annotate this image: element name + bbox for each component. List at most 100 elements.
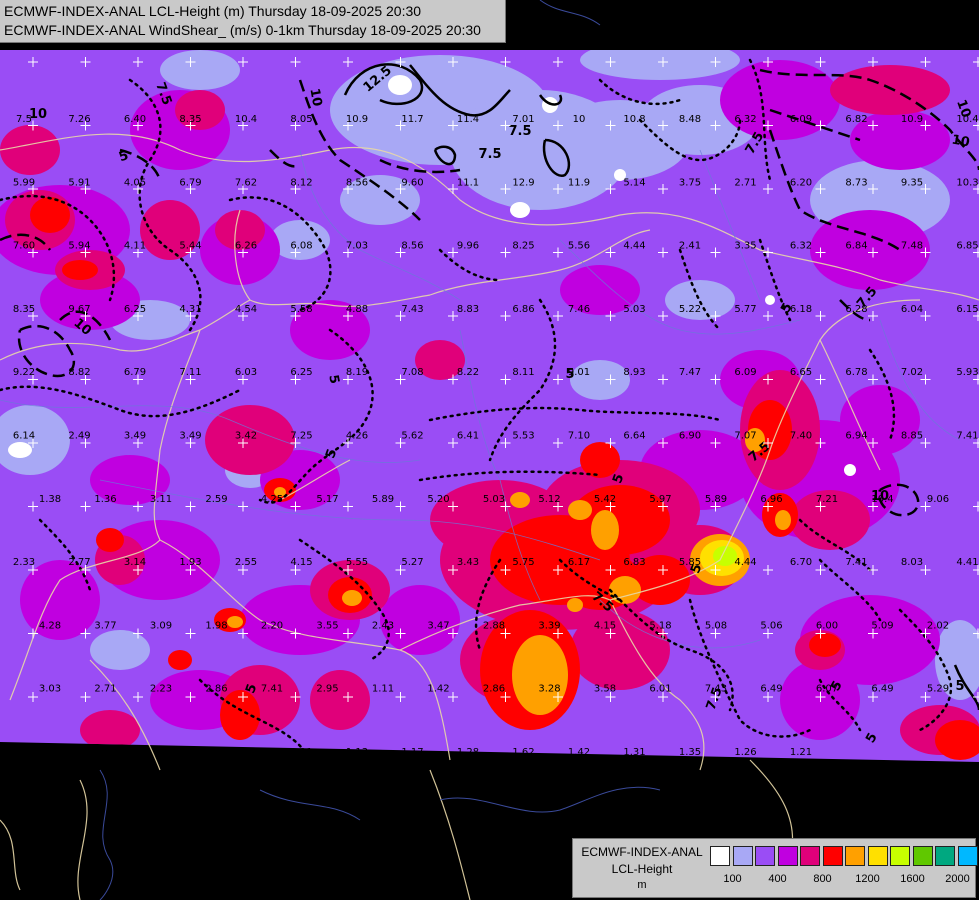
legend-model-name: ECMWF-INDEX-ANAL — [581, 845, 703, 859]
grid-value: 3.14 — [124, 557, 146, 568]
legend-swatch — [935, 846, 955, 866]
grid-value: 7.43 — [401, 304, 423, 315]
grid-value: 4.25 — [261, 494, 283, 505]
grid-value: 7.41 — [845, 557, 867, 568]
legend-swatch — [890, 846, 910, 866]
grid-value: 5.89 — [705, 494, 727, 505]
map-title-box: ECMWF-INDEX-ANAL LCL-Height (m) Thursday… — [0, 0, 506, 43]
grid-value: 7.43 — [705, 684, 727, 695]
field-patch — [809, 633, 841, 657]
weather-map: 12.5107.57.5107.55 7.510107.5555 7.557.555… — [0, 0, 979, 900]
grid-value: 8.35 — [179, 114, 201, 125]
grid-value: 1.26 — [734, 747, 756, 758]
grid-value: 2.17 — [13, 747, 35, 758]
grid-value: 8.73 — [845, 177, 867, 188]
legend-swatch — [710, 846, 730, 866]
grid-value: 7.11 — [179, 367, 201, 378]
grid-value: 6.40 — [124, 114, 146, 125]
grid-value: 2.86 — [205, 684, 227, 695]
grid-value: 6.25 — [290, 367, 312, 378]
grid-value: 4.88 — [346, 304, 368, 315]
legend-tick-label: 800 — [813, 873, 832, 885]
grid-value: 2.23 — [150, 684, 172, 695]
grid-value: 6.09 — [790, 114, 812, 125]
grid-value: 6.14 — [13, 431, 35, 442]
field-patch — [310, 670, 370, 730]
grid-value: 2.59 — [205, 494, 227, 505]
field-patch — [8, 442, 32, 458]
grid-value: 6.41 — [457, 431, 479, 442]
grid-value: 1.62 — [512, 747, 534, 758]
grid-value: 3.39 — [538, 620, 560, 631]
grid-value: 5.06 — [760, 620, 782, 631]
grid-value: 9.01 — [568, 367, 590, 378]
grid-value: 2.77 — [68, 557, 90, 568]
grid-value: 7.41 — [261, 684, 283, 695]
grid-value: 5.14 — [623, 177, 645, 188]
grid-value: 6.25 — [124, 304, 146, 315]
contour-label: 5 — [955, 679, 964, 694]
contour-label: 7.5 — [508, 124, 531, 139]
grid-value: 6.32 — [734, 114, 756, 125]
grid-value: 9.06 — [927, 494, 949, 505]
grid-value: 8.03 — [901, 557, 923, 568]
grid-value: 11.7 — [401, 114, 423, 125]
grid-value: 4.28 — [39, 620, 61, 631]
grid-value: 2.02 — [927, 620, 949, 631]
grid-value: 1.17 — [124, 747, 146, 758]
grid-value: 6.82 — [845, 114, 867, 125]
grid-value: 2.95 — [316, 684, 338, 695]
grid-value: 6.00 — [816, 620, 838, 631]
grid-value: 7.10 — [568, 431, 590, 442]
field-patch — [830, 65, 950, 115]
grid-value: 3.75 — [679, 177, 701, 188]
grid-value: 3.49 — [179, 431, 201, 442]
grid-value: 1.38 — [39, 494, 61, 505]
grid-value: 3.47 — [427, 620, 449, 631]
legend-swatch — [912, 846, 933, 866]
grid-value: 9.60 — [401, 177, 423, 188]
legend-swatch — [867, 846, 888, 866]
grid-value: 4.26 — [346, 431, 368, 442]
field-patch — [96, 528, 124, 552]
grid-value: 7.03 — [346, 241, 368, 252]
grid-value: 9.96 — [457, 241, 479, 252]
grid-value: 8.05 — [290, 114, 312, 125]
grid-value: 0.55 — [235, 747, 257, 758]
grid-value: 3.09 — [150, 620, 172, 631]
grid-value: 5.03 — [623, 304, 645, 315]
grid-value: 9.22 — [13, 367, 35, 378]
grid-value: 5.89 — [372, 494, 394, 505]
grid-value: 5.94 — [68, 241, 90, 252]
grid-value: 3.03 — [39, 684, 61, 695]
field-patch — [342, 590, 362, 606]
grid-value: 6.49 — [760, 684, 782, 695]
grid-value: 6.83 — [623, 557, 645, 568]
grid-value: 5.22 — [679, 304, 701, 315]
grid-value: 2.86 — [483, 684, 505, 695]
grid-value: 1.13 — [346, 747, 368, 758]
field-patch — [510, 202, 530, 218]
grid-value: 6.28 — [845, 304, 867, 315]
grid-value: 1.36 — [94, 494, 116, 505]
grid-value: 10.8 — [623, 114, 645, 125]
grid-value: 6.79 — [179, 177, 201, 188]
grid-value: 2.71 — [94, 684, 116, 695]
field-patch — [567, 598, 583, 612]
grid-value: 7.60 — [13, 241, 35, 252]
grid-value: 6.08 — [290, 241, 312, 252]
grid-value: 3.43 — [457, 557, 479, 568]
field-patch — [844, 464, 856, 476]
grid-value: 8.35 — [13, 304, 35, 315]
legend-swatch — [822, 846, 843, 866]
field-patch — [840, 385, 920, 455]
grid-value: 1.35 — [679, 747, 701, 758]
field-patch — [510, 492, 530, 508]
field-patch — [168, 650, 192, 670]
grid-value: 6.78 — [845, 367, 867, 378]
grid-value: 5.99 — [13, 177, 35, 188]
grid-value: 4.11 — [124, 241, 146, 252]
field-patch — [62, 260, 98, 280]
grid-value: 6.84 — [845, 241, 867, 252]
grid-value: 7.40 — [790, 431, 812, 442]
